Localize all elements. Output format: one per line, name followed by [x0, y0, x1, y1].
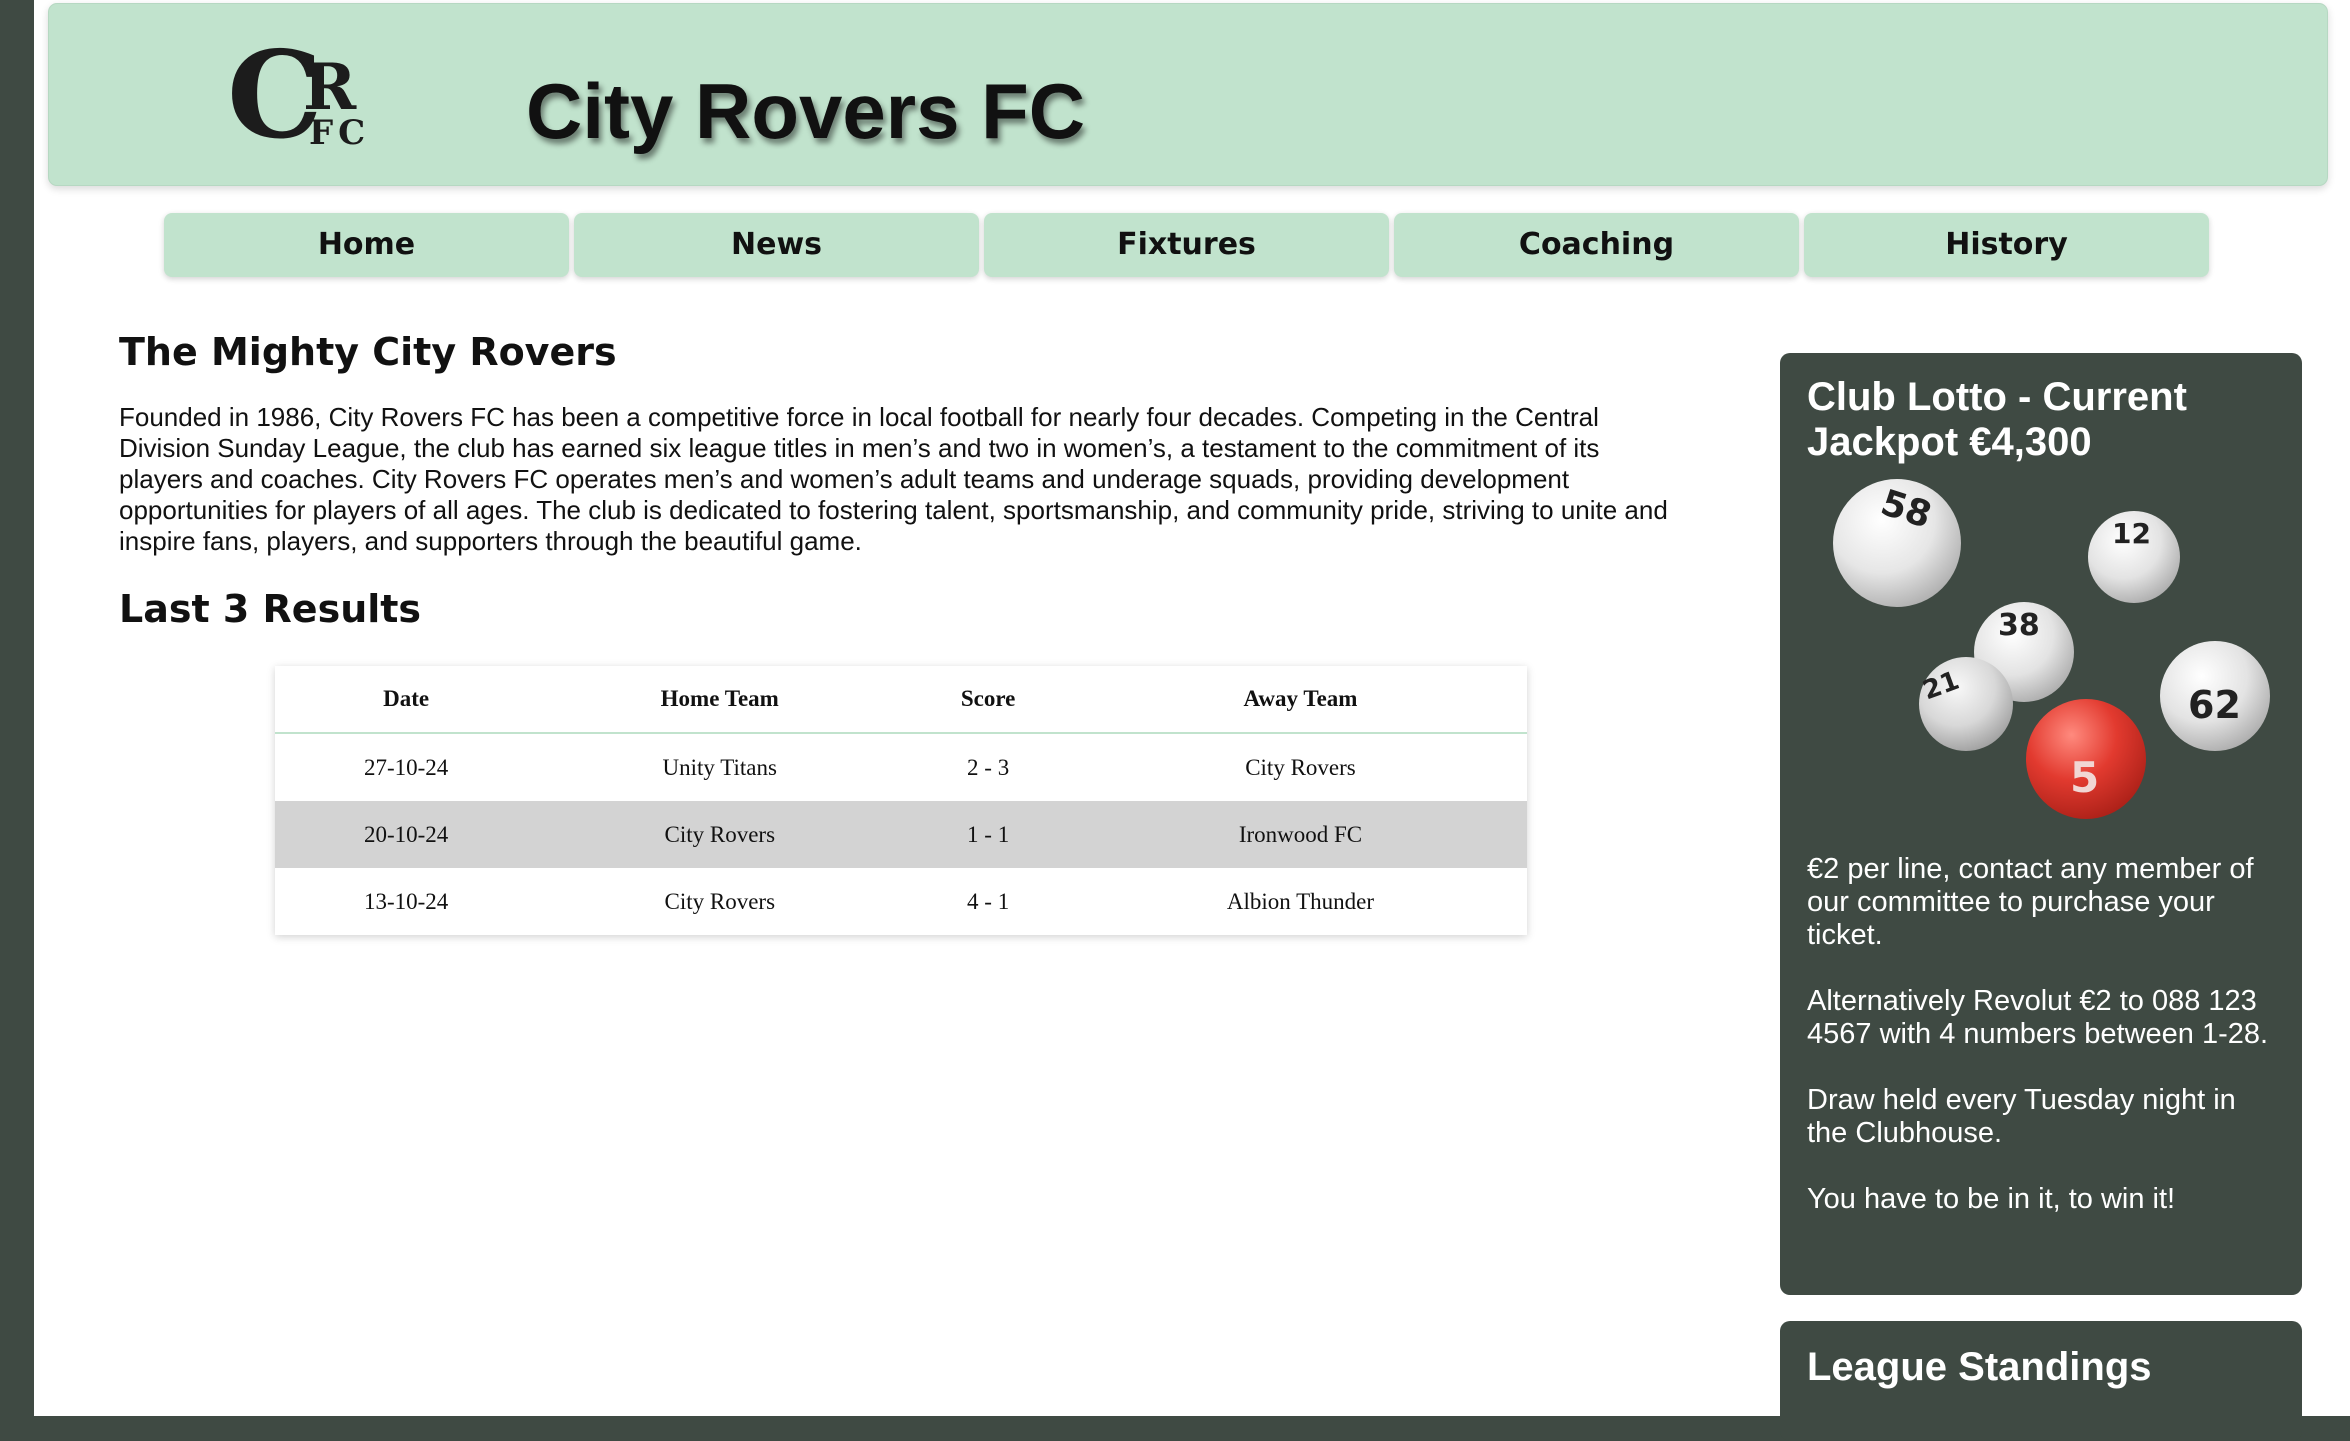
- table-row: 27-10-24 Unity Titans 2 - 3 City Rovers: [275, 733, 1527, 801]
- results-header-row: Date Home Team Score Away Team: [275, 666, 1527, 734]
- column-header-date: Date: [275, 666, 538, 734]
- result-away-team: Ironwood FC: [1073, 801, 1527, 868]
- result-score: 2 - 3: [967, 754, 1010, 780]
- result-away-team: Albion Thunder: [1226, 888, 1375, 914]
- column-header-home-team: Home Team: [537, 666, 903, 734]
- lotto-draw-text: Draw held every Tuesday night in the Clu…: [1807, 1084, 2236, 1149]
- result-home-team: Unity Titans: [662, 754, 777, 780]
- nav-coaching[interactable]: Coaching: [1394, 213, 1799, 277]
- result-score: 4 - 1: [967, 888, 1010, 914]
- lotto-ball: 5: [2026, 699, 2146, 819]
- nav-fixtures[interactable]: Fixtures: [984, 213, 1389, 277]
- logo-letter-r: R: [303, 50, 357, 125]
- result-home-team: City Rovers: [664, 888, 776, 914]
- lotto-revolut-text: Alternatively Revolut €2 to 088 123 4567…: [1807, 985, 2269, 1050]
- club-logo[interactable]: C R FC: [227, 36, 377, 162]
- result-date: 27-10-24: [363, 754, 449, 780]
- result-date: 20-10-24: [275, 801, 538, 868]
- result-home-team: City Rovers: [537, 801, 903, 868]
- main-content: The Mighty City Rovers Founded in 1986, …: [119, 330, 1689, 935]
- lotto-tagline: You have to be in it, to win it!: [1807, 1183, 2176, 1215]
- lotto-balls-image: 58 12 38 21 62 5: [1807, 473, 2275, 853]
- result-score: 1 - 1: [902, 801, 1074, 868]
- standings-title: League Standings: [1807, 1345, 2152, 1389]
- sidebar: Club Lotto - Current Jackpot €4,300 58 1…: [1780, 353, 2302, 1441]
- lotto-details: €2 per line, contact any member of our c…: [1807, 853, 2275, 1216]
- nav-news[interactable]: News: [574, 213, 979, 277]
- table-row: 20-10-24 City Rovers 1 - 1 Ironwood FC: [275, 801, 1527, 868]
- lotto-ball: 62: [2160, 641, 2270, 751]
- lotto-price-text: €2 per line, contact any member of our c…: [1807, 853, 2254, 951]
- logo-letters-fc: FC: [309, 113, 371, 153]
- site-header: C R FC City Rovers FC: [48, 3, 2328, 186]
- nav-history[interactable]: History: [1804, 213, 2209, 277]
- results-table: Date Home Team Score Away Team 27-10-24 …: [275, 666, 1527, 935]
- intro-paragraph: Founded in 1986, City Rovers FC has been…: [119, 402, 1668, 556]
- column-header-score: Score: [902, 666, 1074, 734]
- lotto-title: Club Lotto - Current Jackpot €4,300: [1807, 375, 2187, 464]
- results-heading: Last 3 Results: [119, 587, 422, 631]
- league-standings-card: League Standings: [1780, 1321, 2302, 1441]
- lotto-card: Club Lotto - Current Jackpot €4,300 58 1…: [1780, 353, 2302, 1295]
- intro-heading: The Mighty City Rovers: [119, 330, 617, 374]
- lotto-ball: 21: [1919, 657, 2013, 751]
- page: C R FC City Rovers FC Home News Fixtures…: [34, 0, 2350, 1441]
- result-away-team: City Rovers: [1245, 754, 1356, 780]
- table-row: 13-10-24 City Rovers 4 - 1 Albion Thunde…: [275, 868, 1527, 935]
- lotto-ball: 58: [1833, 479, 1961, 607]
- result-date: 13-10-24: [363, 888, 449, 914]
- site-title: City Rovers FC: [526, 67, 1086, 155]
- column-header-away-team: Away Team: [1073, 666, 1527, 734]
- nav-home[interactable]: Home: [164, 213, 569, 277]
- lotto-ball: 12: [2088, 511, 2180, 603]
